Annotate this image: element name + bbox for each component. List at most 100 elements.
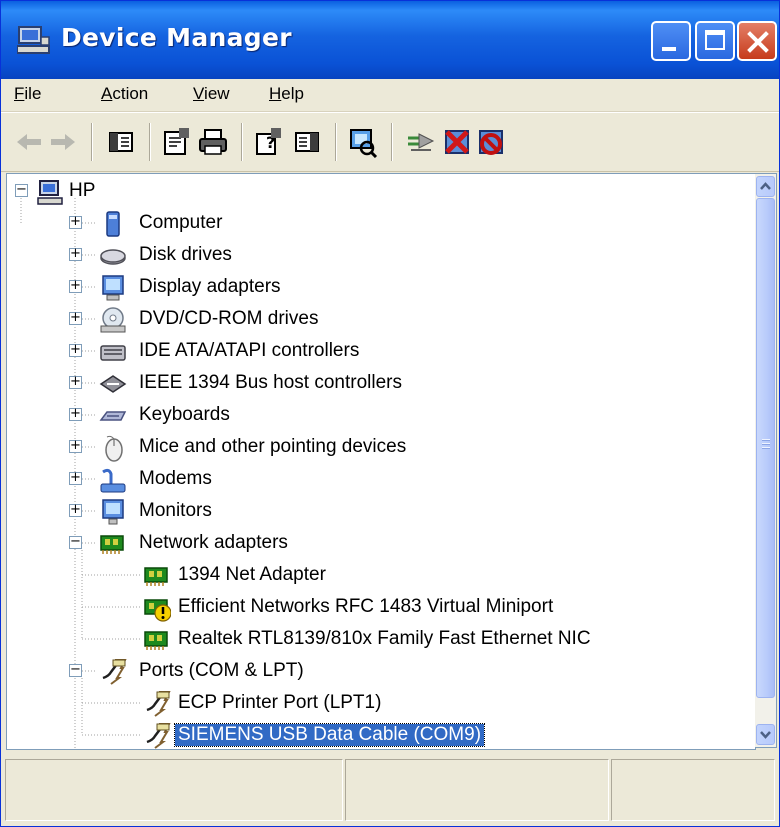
- network-adapter-icon: [100, 535, 124, 554]
- menu-bar: File Action View Help: [1, 79, 779, 112]
- expand-toggle[interactable]: +: [69, 375, 82, 389]
- tree-item-label: IEEE 1394 Bus host controllers: [139, 372, 402, 393]
- print-icon[interactable]: [197, 126, 229, 158]
- scan-hardware-icon[interactable]: [347, 126, 379, 158]
- close-button[interactable]: [737, 21, 777, 61]
- tree-item-label: DVD/CD-ROM drives: [139, 308, 319, 329]
- tree-item-label: ECP Printer Port (LPT1): [178, 692, 382, 713]
- chevron-down-icon: [760, 731, 771, 739]
- tree-category-modems[interactable]: + Modems: [7, 464, 747, 496]
- tree-item[interactable]: Efficient Networks RFC 1483 Virtual Mini…: [7, 592, 747, 624]
- maximize-icon: [705, 30, 725, 50]
- collapse-toggle[interactable]: −: [69, 535, 82, 549]
- toolbar-separator: [391, 123, 393, 161]
- port-icon: [102, 659, 127, 685]
- tree-root-label: HP: [69, 180, 96, 201]
- window-title: Device Manager: [61, 23, 292, 52]
- scroll-thumb[interactable]: [756, 198, 775, 698]
- expand-toggle[interactable]: +: [69, 247, 82, 261]
- expand-toggle[interactable]: +: [69, 279, 82, 293]
- show-hide-tree-icon[interactable]: [105, 126, 137, 158]
- tree-category-monitors[interactable]: + Monitors: [7, 496, 747, 528]
- toolbar-separator: [149, 123, 151, 161]
- update-driver-icon[interactable]: [405, 126, 437, 158]
- scroll-up-button[interactable]: [756, 176, 775, 197]
- vertical-scrollbar[interactable]: [755, 173, 777, 748]
- collapse-toggle[interactable]: −: [69, 663, 82, 677]
- scroll-down-button[interactable]: [756, 724, 775, 745]
- expand-toggle[interactable]: +: [69, 311, 82, 325]
- expand-toggle[interactable]: +: [69, 439, 82, 453]
- tree-category-ieee-1394-bus-host-controllers[interactable]: + IEEE 1394 Bus host controllers: [7, 368, 747, 400]
- device-manager-window: Device Manager File Action View Help ? −…: [0, 0, 780, 827]
- back-icon[interactable]: [13, 126, 45, 158]
- uninstall-icon[interactable]: [441, 126, 473, 158]
- tree-item-label: Ports (COM & LPT): [139, 660, 304, 681]
- minimize-button[interactable]: [651, 21, 691, 61]
- tree-root-item[interactable]: − HP: [7, 176, 747, 208]
- display-adapter-icon: [102, 275, 124, 301]
- tree-item[interactable]: Realtek RTL8139/810x Family Fast Etherne…: [7, 624, 747, 656]
- show-hide-action-pane-icon[interactable]: [291, 126, 323, 158]
- tree-item-label: Mice and other pointing devices: [139, 436, 407, 457]
- tree-category-ports-com-lpt[interactable]: − Ports (COM & LPT): [7, 656, 747, 688]
- expand-toggle[interactable]: +: [69, 407, 82, 421]
- tree-category-disk-drives[interactable]: + Disk drives: [7, 240, 747, 272]
- tree-category-computer[interactable]: + Computer: [7, 208, 747, 240]
- tree-item-label: Computer: [139, 212, 223, 233]
- tree-category-dvd-cd-rom-drives[interactable]: + DVD/CD-ROM drives: [7, 304, 747, 336]
- menu-help[interactable]: Help: [269, 84, 304, 104]
- tree-category-keyboards[interactable]: + Keyboards: [7, 400, 747, 432]
- tree-item-label: 1394 Net Adapter: [178, 564, 326, 585]
- tree-item-label: IDE ATA/ATAPI controllers: [139, 340, 360, 361]
- tree-item-label: SIEMENS USB Data Cable (COM9): [173, 723, 486, 747]
- tree-item-label: Display adapters: [139, 276, 281, 297]
- tree-item-label: Keyboards: [139, 404, 230, 425]
- computer-icon: [106, 211, 120, 237]
- computer-root-icon: [37, 180, 63, 205]
- tree-category-mice-and-other-pointing-devices[interactable]: + Mice and other pointing devices: [7, 432, 747, 464]
- disable-icon[interactable]: [475, 126, 507, 158]
- expand-toggle[interactable]: +: [69, 503, 82, 517]
- toolbar-separator: [91, 123, 93, 161]
- toolbar-separator: [335, 123, 337, 161]
- tree-item[interactable]: 1394 Net Adapter: [7, 560, 747, 592]
- title-bar[interactable]: Device Manager: [1, 1, 779, 79]
- expand-toggle[interactable]: +: [69, 215, 82, 229]
- tree-item-label: Network adapters: [139, 532, 288, 553]
- scroll-grip: [762, 447, 770, 449]
- tree-item-label: Modems: [139, 468, 212, 489]
- menu-view[interactable]: View: [193, 84, 230, 104]
- menu-file[interactable]: File: [14, 84, 41, 104]
- device-tree[interactable]: − HP + Computer + Disk drives + Display adapt…: [6, 173, 756, 750]
- properties-icon[interactable]: [161, 126, 193, 158]
- tree-category-ide-ata-atapi-controllers[interactable]: + IDE ATA/ATAPI controllers: [7, 336, 747, 368]
- tree-item-label: Efficient Networks RFC 1483 Virtual Mini…: [178, 596, 554, 617]
- menu-action[interactable]: Action: [101, 84, 148, 104]
- mouse-icon: [105, 435, 123, 462]
- port-icon: [146, 723, 171, 749]
- port-icon: [146, 691, 171, 717]
- expand-toggle[interactable]: +: [69, 343, 82, 357]
- collapse-toggle[interactable]: −: [15, 183, 28, 197]
- tree-category-display-adapters[interactable]: + Display adapters: [7, 272, 747, 304]
- maximize-button[interactable]: [695, 21, 735, 61]
- chevron-up-icon: [760, 182, 771, 190]
- device-manager-icon: [17, 26, 50, 54]
- scroll-grip: [762, 439, 770, 441]
- scroll-grip: [762, 443, 770, 445]
- ide-controller-icon: [100, 345, 126, 361]
- forward-icon[interactable]: [47, 126, 79, 158]
- status-bar: [1, 753, 779, 826]
- help-icon[interactable]: ?: [253, 126, 285, 158]
- tree-item-label: Realtek RTL8139/810x Family Fast Etherne…: [178, 628, 591, 649]
- tree-item-selected[interactable]: SIEMENS USB Data Cable (COM9): [7, 720, 747, 749]
- toolbar: ?: [1, 112, 779, 172]
- network-card-icon: [144, 631, 168, 650]
- status-pane: [345, 759, 609, 821]
- disk-drive-icon: [100, 249, 126, 265]
- tree-category-network-adapters[interactable]: − Network adapters: [7, 528, 747, 560]
- expand-toggle[interactable]: +: [69, 471, 82, 485]
- tree-item[interactable]: ECP Printer Port (LPT1): [7, 688, 747, 720]
- close-icon: [747, 31, 769, 53]
